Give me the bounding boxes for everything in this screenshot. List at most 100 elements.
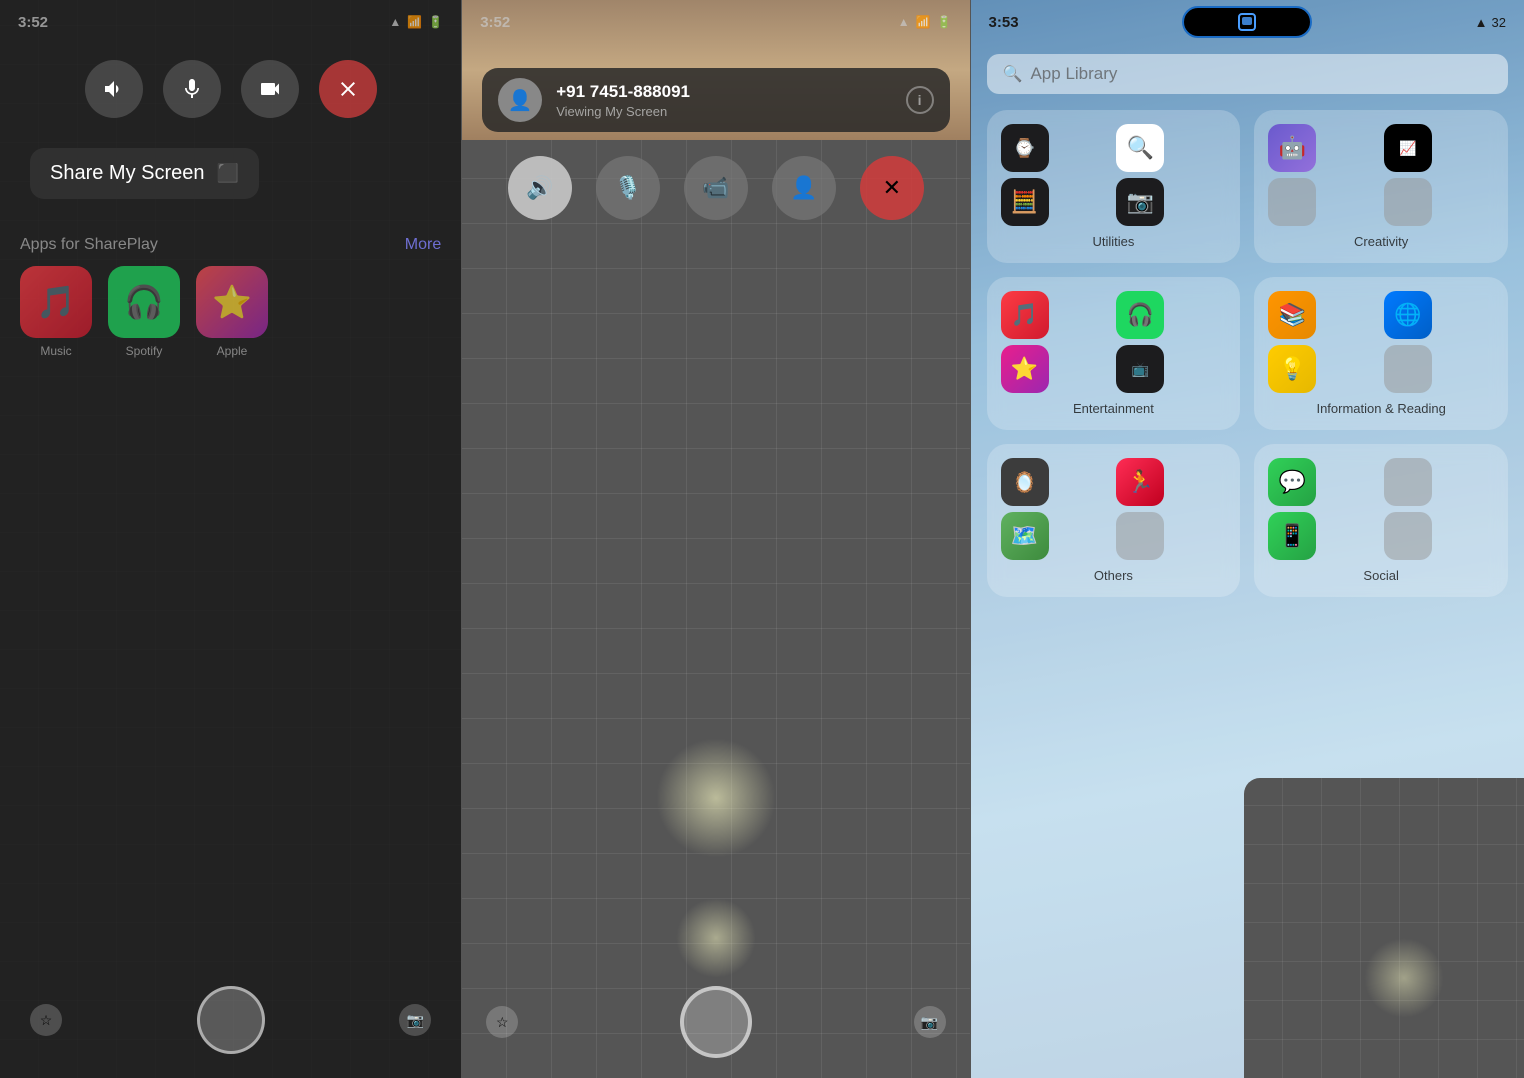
social-icon-2 xyxy=(1384,458,1432,506)
utilities-label: Utilities xyxy=(1001,234,1227,249)
others-folder-icons: 🪞 🏃 🗺️ xyxy=(1001,458,1227,560)
social-folder[interactable]: 💬 📱 Social xyxy=(1254,444,1508,597)
ai-app-icon: 🤖 xyxy=(1268,124,1316,172)
maps-icon: 🗺️ xyxy=(1001,512,1049,560)
video-button[interactable] xyxy=(241,60,299,118)
p2-shutter-button[interactable] xyxy=(680,986,752,1058)
panel1-time: 3:52 xyxy=(18,14,48,31)
music-app-icon: 🎵 xyxy=(20,266,92,338)
p2-star-icon[interactable]: ☆ xyxy=(486,1006,518,1038)
creativity-folder-icons: 🤖 📈 xyxy=(1268,124,1494,226)
information-reading-folder[interactable]: 📚 🌐 💡 Information & Reading xyxy=(1254,277,1508,430)
p2-camera-icon[interactable]: 📷 xyxy=(914,1006,946,1038)
panel1-status-bar: 3:52 ▲ 📶 🔋 xyxy=(0,0,461,44)
social-icon-4 xyxy=(1384,512,1432,560)
spotify-app-item[interactable]: 🎧 Spotify xyxy=(108,266,180,358)
facetime-icon: 📱 xyxy=(1268,512,1316,560)
social-label: Social xyxy=(1268,568,1494,583)
speaker-button[interactable] xyxy=(85,60,143,118)
creativity-label: Creativity xyxy=(1268,234,1494,249)
mute-button[interactable] xyxy=(163,60,221,118)
utilities-folder[interactable]: ⌚ 🔍 🧮 📷 Utilities xyxy=(987,110,1241,263)
entertainment-label: Entertainment xyxy=(1001,401,1227,416)
info-button[interactable]: i xyxy=(906,86,934,114)
music-ent-icon: 🎵 xyxy=(1001,291,1049,339)
music-app-item[interactable]: 🎵 Music xyxy=(20,266,92,358)
panel3-time: 3:53 xyxy=(989,14,1019,31)
entertainment-folder-icons: 🎵 🎧 ⭐ 📺 xyxy=(1001,291,1227,393)
caller-number: +91 7451-888091 xyxy=(556,82,891,102)
tips-icon: 💡 xyxy=(1268,345,1316,393)
caller-status: Viewing My Screen xyxy=(556,104,891,119)
glow-effect-bottom xyxy=(676,898,756,978)
others-label: Others xyxy=(1001,568,1227,583)
fitness-icon: 🏃 xyxy=(1116,458,1164,506)
panel3-status-bar: 3:53 ▲ 32 xyxy=(971,0,1524,44)
screen-share-icon: ⬛ xyxy=(217,163,239,184)
panel1-status-icons: ▲ 📶 🔋 xyxy=(389,15,443,29)
battery-icon: 🔋 xyxy=(428,15,443,29)
apple-app-label: Apple xyxy=(217,344,248,358)
camera-app-icon: 📷 xyxy=(1116,178,1164,226)
spotify-ent-icon: 🎧 xyxy=(1116,291,1164,339)
caller-info-bar: 👤 +91 7451-888091 Viewing My Screen i xyxy=(482,68,949,132)
signal-icon-p2: 📶 xyxy=(916,15,931,29)
battery-p3: 32 xyxy=(1492,15,1506,30)
mirror-icon: 🪞 xyxy=(1001,458,1049,506)
messages-icon: 💬 xyxy=(1268,458,1316,506)
panel3-status-icons: ▲ 32 xyxy=(1475,15,1506,30)
app-library-search-bar[interactable]: 🔍 App Library xyxy=(987,54,1508,94)
info-reading-folder-icons: 📚 🌐 💡 xyxy=(1268,291,1494,393)
shareplay-title: Apps for SharePlay xyxy=(20,236,158,254)
share-my-screen-button[interactable]: Share My Screen ⬛ xyxy=(30,148,259,199)
facetime-controls: 🔊 🎙️ 📹 👤 ✕ xyxy=(462,156,969,220)
magnifier-app-icon: 🔍 xyxy=(1116,124,1164,172)
spotify-app-label: Spotify xyxy=(126,344,163,358)
shutter-button[interactable] xyxy=(197,986,265,1054)
video-ft-button[interactable]: 📹 xyxy=(684,156,748,220)
close-ft-button[interactable]: ✕ xyxy=(860,156,924,220)
panel-app-library: 3:53 ▲ 32 🔍 App Library ⌚ 🔍 🧮 📷 Utilitie… xyxy=(971,0,1524,1078)
glow-effect-center xyxy=(656,738,776,858)
star-ent-icon: ⭐ xyxy=(1001,345,1049,393)
entertainment-folder[interactable]: 🎵 🎧 ⭐ 📺 Entertainment xyxy=(987,277,1241,430)
share-screen-label: Share My Screen xyxy=(50,162,205,185)
speaker-ft-button[interactable]: 🔊 xyxy=(508,156,572,220)
panel-share-my-screen: 3:52 ▲ 📶 🔋 Share My Screen ⬛ Apps for Sh… xyxy=(0,0,462,1078)
caller-info: +91 7451-888091 Viewing My Screen xyxy=(556,82,891,119)
dynamic-island xyxy=(1182,6,1312,38)
social-folder-icons: 💬 📱 xyxy=(1268,458,1494,560)
panel1-capture-bar: ☆ 📷 xyxy=(0,986,461,1054)
creative-app-icon-4 xyxy=(1384,178,1432,226)
others-folder[interactable]: 🪞 🏃 🗺️ Others xyxy=(987,444,1241,597)
appletv-icon: 📺 xyxy=(1116,345,1164,393)
creativity-folder[interactable]: 🤖 📈 Creativity xyxy=(1254,110,1508,263)
panel-facetime: 3:52 ▲ 📶 🔋 👤 +91 7451-888091 Viewing My … xyxy=(462,0,970,1078)
battery-icon-p2: 🔋 xyxy=(937,15,952,29)
shareplay-more-button[interactable]: More xyxy=(405,236,441,254)
signal-icon: 📶 xyxy=(407,15,422,29)
spotify-app-icon: 🎧 xyxy=(108,266,180,338)
star-icon[interactable]: ☆ xyxy=(30,1004,62,1036)
stocks-app-icon: 📈 xyxy=(1384,124,1432,172)
info-reading-label: Information & Reading xyxy=(1268,401,1494,416)
caller-avatar: 👤 xyxy=(498,78,542,122)
apple-app-icon: ⭐ xyxy=(196,266,268,338)
wifi-icon-p3: ▲ xyxy=(1475,15,1488,30)
end-call-button[interactable] xyxy=(319,60,377,118)
utilities-folder-icons: ⌚ 🔍 🧮 📷 xyxy=(1001,124,1227,226)
search-icon: 🔍 xyxy=(1003,64,1023,84)
mic-ft-button[interactable]: 🎙️ xyxy=(596,156,660,220)
books-icon: 📚 xyxy=(1268,291,1316,339)
thumbnail-overlay xyxy=(1244,778,1524,1078)
screen-share-ft-button[interactable]: 👤 xyxy=(772,156,836,220)
app-library-grid: ⌚ 🔍 🧮 📷 Utilities 🤖 📈 Creativity 🎵 🎧 ⭐ xyxy=(987,110,1508,597)
panel2-time: 3:52 xyxy=(480,14,510,31)
watch-app-icon: ⌚ xyxy=(1001,124,1049,172)
panel2-status-icons: ▲ 📶 🔋 xyxy=(898,15,952,29)
panel2-bottom-bar: ☆ 📷 xyxy=(462,986,969,1058)
apple-app-item[interactable]: ⭐ Apple xyxy=(196,266,268,358)
camera-flip-icon[interactable]: 📷 xyxy=(399,1004,431,1036)
info-icon-4 xyxy=(1384,345,1432,393)
panel1-call-controls xyxy=(0,60,461,118)
